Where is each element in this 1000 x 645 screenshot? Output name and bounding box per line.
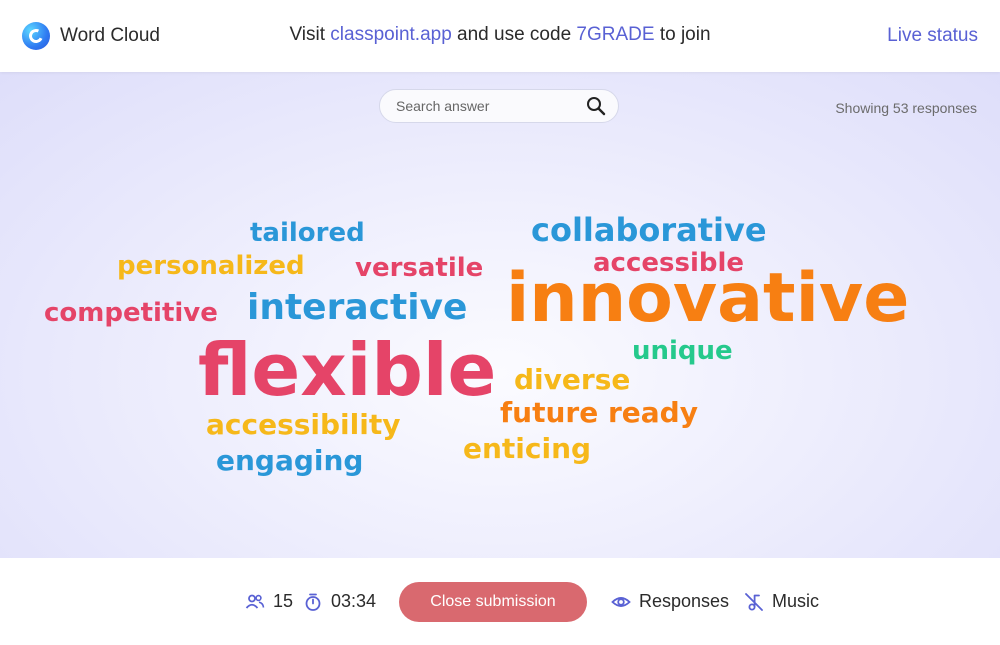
music-label[interactable]: Music <box>772 591 819 612</box>
join-code: 7GRADE <box>576 24 655 45</box>
cloud-word-future-ready[interactable]: future ready <box>500 399 698 427</box>
cloud-word-interactive[interactable]: interactive <box>247 290 467 326</box>
cloud-word-engaging[interactable]: engaging <box>216 447 363 475</box>
music-off-icon[interactable] <box>744 592 764 612</box>
top-bar: Word Cloud Visit classpoint.app and use … <box>0 0 1000 72</box>
search-input[interactable] <box>394 97 586 115</box>
participant-count-value: 15 <box>273 591 294 611</box>
eye-icon[interactable] <box>611 592 631 612</box>
join-middle: and use code <box>451 24 577 45</box>
join-prefix: Visit <box>289 24 331 45</box>
participant-count: 15 <box>245 591 293 612</box>
join-suffix: to join <box>654 24 711 45</box>
bottom-bar: 15 03:34 Close submission Responses Musi… <box>0 558 1000 645</box>
word-cloud-app: Word Cloud Visit classpoint.app and use … <box>0 0 1000 645</box>
responses-toggle[interactable]: Responses <box>611 591 729 612</box>
join-url[interactable]: classpoint.app <box>330 24 451 45</box>
word-cloud-area: Showing 53 responses tailored collaborat… <box>0 72 1000 558</box>
responses-label[interactable]: Responses <box>639 591 729 612</box>
close-submission-button[interactable]: Close submission <box>399 582 587 622</box>
cloud-word-diverse[interactable]: diverse <box>514 366 630 394</box>
stopwatch-icon <box>303 592 323 612</box>
join-instructions: Visit classpoint.app and use code 7GRADE… <box>0 24 1000 46</box>
cloud-word-enticing[interactable]: enticing <box>463 435 591 463</box>
timer: 03:34 <box>303 591 376 612</box>
music-toggle[interactable]: Music <box>744 591 819 612</box>
cloud-word-personalized[interactable]: personalized <box>117 253 305 279</box>
search-box[interactable] <box>379 89 619 123</box>
timer-value: 03:34 <box>331 591 377 611</box>
people-icon <box>245 592 265 612</box>
cloud-word-tailored[interactable]: tailored <box>250 220 365 246</box>
response-count: Showing 53 responses <box>835 100 977 116</box>
cloud-word-competitive[interactable]: competitive <box>44 300 218 326</box>
cloud-word-collaborative[interactable]: collaborative <box>531 214 767 246</box>
cloud-word-accessibility[interactable]: accessibility <box>206 411 400 439</box>
cloud-word-versatile[interactable]: versatile <box>355 255 483 281</box>
live-status-link[interactable]: Live status <box>887 25 978 47</box>
cloud-word-unique[interactable]: unique <box>632 338 733 364</box>
search-icon[interactable] <box>586 96 606 116</box>
cloud-word-flexible[interactable]: flexible <box>198 334 496 406</box>
cloud-word-innovative[interactable]: innovative <box>506 265 909 333</box>
